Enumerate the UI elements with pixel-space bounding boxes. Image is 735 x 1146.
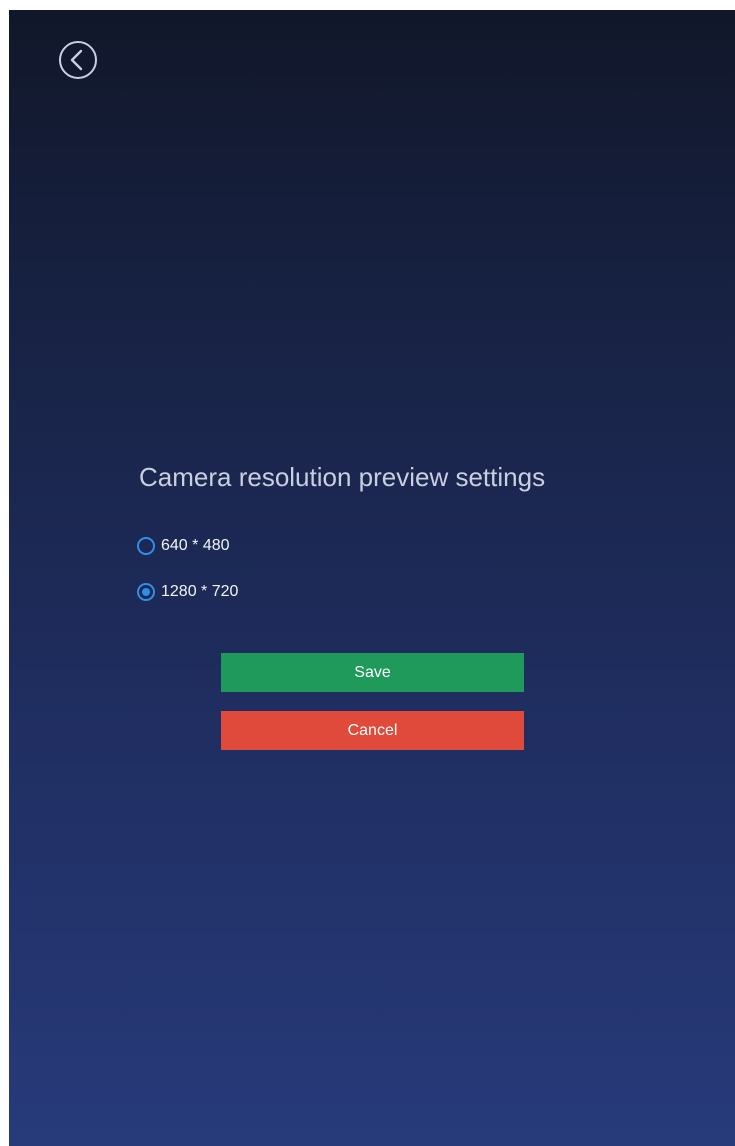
settings-screen: Camera resolution preview settings 640 *… [9, 10, 735, 1146]
radio-button[interactable] [137, 537, 155, 555]
back-button[interactable] [58, 40, 98, 80]
back-arrow-circle-icon [59, 41, 97, 79]
radio-label: 1280 * 720 [161, 583, 239, 600]
radio-option-640x480[interactable]: 640 * 480 [137, 537, 230, 555]
radio-button-selected[interactable] [137, 583, 155, 601]
radio-option-1280x720[interactable]: 1280 * 720 [137, 583, 238, 601]
page-title: Camera resolution preview settings [139, 462, 546, 492]
save-button[interactable]: Save [221, 653, 524, 692]
radio-label: 640 * 480 [161, 537, 230, 554]
cancel-button[interactable]: Cancel [221, 711, 524, 750]
